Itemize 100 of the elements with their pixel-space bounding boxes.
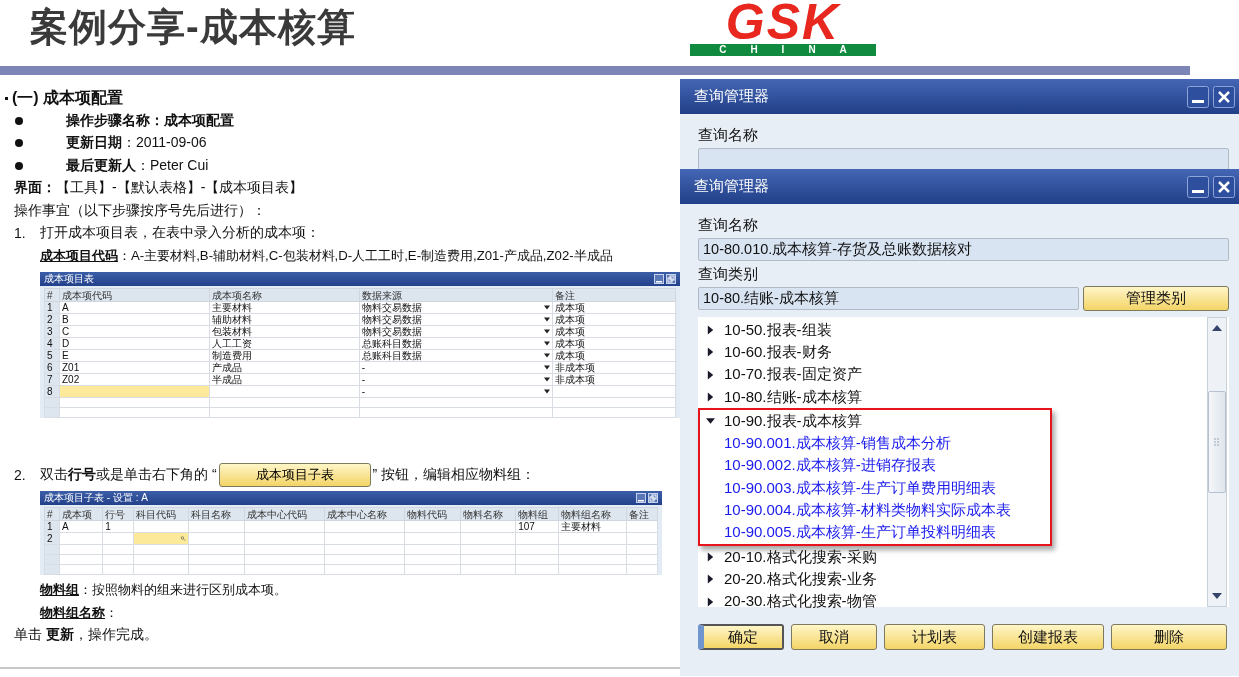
scroll-down-icon[interactable] xyxy=(1211,592,1223,600)
dialog-button[interactable]: 计划表 xyxy=(884,624,985,650)
table-cell[interactable] xyxy=(558,532,627,545)
table-cell[interactable] xyxy=(209,385,360,398)
table-cell[interactable]: 总账科目数据 xyxy=(359,337,553,350)
query-item[interactable]: 10-90.003.成本核算-生产订单费用明细表 xyxy=(700,477,1050,500)
query-item[interactable]: 10-90.005.成本核算-生产订单投料明细表 xyxy=(700,521,1050,544)
table-cell[interactable]: 产成品 xyxy=(209,361,360,374)
tree-item[interactable]: 10-80.结账-成本核算 xyxy=(700,385,1205,409)
table-cell[interactable]: 主要材料 xyxy=(558,520,627,533)
collapsed-arrow-icon[interactable] xyxy=(706,325,715,336)
collapsed-arrow-icon[interactable] xyxy=(706,574,715,585)
table-cell[interactable]: Z02 xyxy=(59,373,210,386)
table-cell[interactable]: 成本项 xyxy=(552,337,676,350)
minimize-icon[interactable] xyxy=(654,274,664,284)
table-cell[interactable]: 主要材料 xyxy=(209,301,360,314)
table-cell[interactable]: C xyxy=(59,325,210,338)
tree-item[interactable]: 20-30.格式化搜索-物管 xyxy=(700,590,1205,613)
table-cell[interactable]: 半成品 xyxy=(209,373,360,386)
tree-item[interactable]: 20-20.格式化搜索-业务 xyxy=(700,568,1205,591)
input-field[interactable]: 10-80.结账-成本核算 xyxy=(698,287,1079,310)
manage-categories-button[interactable]: 管理类别 xyxy=(1083,286,1229,311)
query-item[interactable]: 10-90.001.成本核算-销售成本分析 xyxy=(700,432,1050,455)
expanded-arrow-icon[interactable] xyxy=(706,416,715,427)
table-cell[interactable] xyxy=(324,532,405,545)
collapsed-arrow-icon[interactable] xyxy=(706,347,715,358)
input-field[interactable]: 10-80.010.成本核算-存货及总账数据核对 xyxy=(698,238,1229,261)
collapsed-arrow-icon[interactable] xyxy=(706,552,715,563)
tree-item[interactable]: 10-50.报表-组装 xyxy=(700,319,1205,342)
tree-item[interactable]: 20-10.格式化搜索-采购 xyxy=(700,545,1205,569)
table-cell[interactable]: 成本项 xyxy=(552,349,676,362)
collapsed-arrow-icon[interactable] xyxy=(706,392,715,403)
table-cell[interactable]: - xyxy=(359,373,553,386)
dialog-button[interactable]: 取消 xyxy=(791,624,877,650)
dialog-button[interactable]: 确定 xyxy=(698,624,784,650)
table-cell[interactable] xyxy=(460,532,516,545)
input-field[interactable] xyxy=(698,148,1229,169)
table-cell[interactable]: 辅助材料 xyxy=(209,313,360,326)
table-cell[interactable]: B xyxy=(59,313,210,326)
table-cell[interactable] xyxy=(188,532,245,545)
close-icon[interactable] xyxy=(1213,175,1235,198)
table-cell[interactable] xyxy=(404,520,461,533)
table-cell[interactable]: 1 xyxy=(102,520,134,533)
scrollbar[interactable] xyxy=(1207,317,1227,607)
dialog-button[interactable]: 创建报表 xyxy=(992,624,1104,650)
table-cell[interactable] xyxy=(626,532,658,545)
dialog-button[interactable]: 删除 xyxy=(1111,624,1227,650)
collapsed-arrow-icon[interactable] xyxy=(706,596,715,607)
tree-item[interactable]: 10-90.报表-成本核算 xyxy=(700,410,1050,433)
table-cell[interactable] xyxy=(626,520,658,533)
table-cell[interactable] xyxy=(59,532,103,545)
table-cell[interactable] xyxy=(188,520,245,533)
table-cell[interactable]: 非成本项 xyxy=(552,361,676,374)
table-cell[interactable]: 物料交易数据 xyxy=(359,325,553,338)
table-cell[interactable]: 成本项 xyxy=(552,313,676,326)
minimize-icon[interactable] xyxy=(1187,175,1209,198)
table-cell[interactable] xyxy=(515,532,559,545)
restore-icon[interactable] xyxy=(648,493,658,503)
section-heading: (一) 成本项配置 xyxy=(12,87,124,108)
minimize-icon[interactable] xyxy=(1187,85,1209,108)
restore-icon[interactable] xyxy=(666,274,676,284)
table-cell[interactable] xyxy=(460,520,516,533)
table-cell[interactable]: 成本项 xyxy=(552,301,676,314)
tree-item[interactable]: 10-60.报表-财务 xyxy=(700,341,1205,364)
table-cell[interactable]: 成本项 xyxy=(552,325,676,338)
table-cell[interactable]: A xyxy=(59,520,103,533)
tree-item[interactable]: 10-70.报表-固定资产 xyxy=(700,363,1205,386)
table-cell[interactable] xyxy=(552,385,676,398)
table-cell[interactable]: 总账科目数据 xyxy=(359,349,553,362)
field-label: 查询名称 xyxy=(698,215,759,235)
table-cell[interactable]: 制造费用 xyxy=(209,349,360,362)
search-icon[interactable] xyxy=(180,536,187,541)
scroll-up-icon[interactable] xyxy=(1211,324,1223,332)
table-cell[interactable] xyxy=(324,520,405,533)
query-item[interactable]: 10-90.002.成本核算-进销存报表 xyxy=(700,454,1050,478)
table-cell[interactable]: 包装材料 xyxy=(209,325,360,338)
table-cell[interactable] xyxy=(102,532,134,545)
query-item[interactable]: 10-90.004.成本核算-材料类物料实际成本表 xyxy=(700,499,1050,522)
column-header: 科目代码 xyxy=(133,507,189,521)
paragraph-text: 单击 更新，操作完成。 xyxy=(14,626,158,645)
sub-table-button[interactable]: 成本项目子表 xyxy=(218,463,371,487)
table-cell[interactable]: - xyxy=(359,361,553,374)
table-cell[interactable]: D xyxy=(59,337,210,350)
table-cell[interactable]: 人工工资 xyxy=(209,337,360,350)
table-cell[interactable]: Z01 xyxy=(59,361,210,374)
table-cell[interactable] xyxy=(244,532,325,545)
table-cell[interactable]: 物料交易数据 xyxy=(359,313,553,326)
table-cell[interactable]: 非成本项 xyxy=(552,373,676,386)
table-cell[interactable]: E xyxy=(59,349,210,362)
table-cell[interactable]: 物料交易数据 xyxy=(359,301,553,314)
table-cell[interactable] xyxy=(404,532,461,545)
table-cell[interactable]: - xyxy=(359,385,553,398)
close-icon[interactable] xyxy=(1213,85,1235,108)
table-cell[interactable]: A xyxy=(59,301,210,314)
table-cell[interactable] xyxy=(244,520,325,533)
table-cell[interactable]: 107 xyxy=(515,520,559,533)
scrollbar-thumb[interactable] xyxy=(1208,391,1226,493)
table-cell[interactable] xyxy=(133,520,189,533)
minimize-icon[interactable] xyxy=(636,493,646,503)
collapsed-arrow-icon[interactable] xyxy=(706,369,715,380)
